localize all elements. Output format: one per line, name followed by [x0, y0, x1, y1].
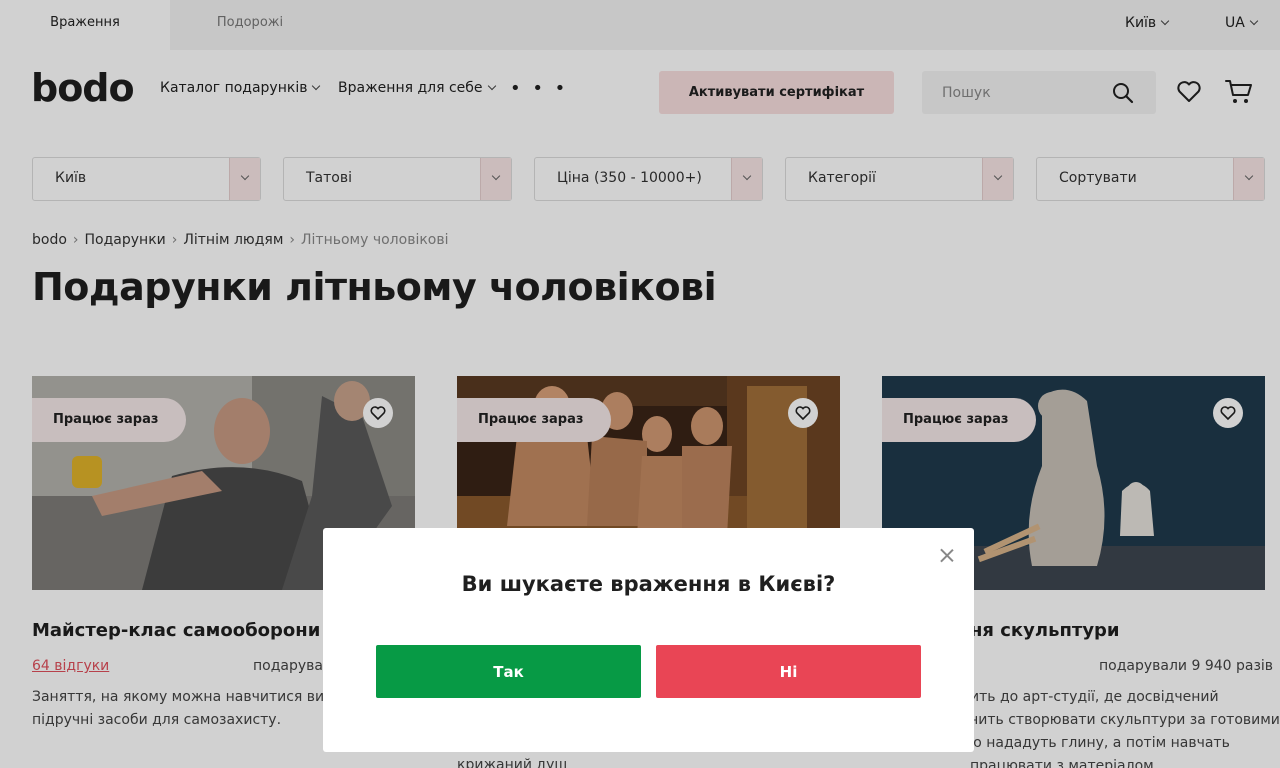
- city-confirm-dialog: Ви шукаєте враження в Києві? Так Ні: [323, 528, 974, 752]
- yes-button[interactable]: Так: [376, 645, 641, 698]
- no-button[interactable]: Ні: [656, 645, 921, 698]
- dialog-question: Ви шукаєте враження в Києві?: [461, 572, 836, 596]
- close-icon[interactable]: [940, 548, 954, 562]
